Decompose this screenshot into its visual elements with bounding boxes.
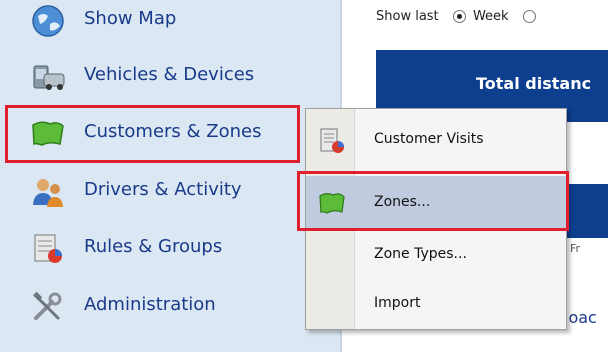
sidebar-item-label: Rules & Groups	[84, 236, 223, 257]
menu-item-import[interactable]: Import	[306, 277, 566, 331]
show-last-label: Show last	[376, 9, 439, 24]
sidebar-item-label: Vehicles & Devices	[84, 64, 255, 85]
sidebar-item-label: Show Map	[84, 8, 177, 29]
show-last-control: Show last Week	[376, 9, 539, 24]
highlight-frame-zones	[297, 171, 569, 231]
sidebar-item-drivers-activity[interactable]: Drivers & Activity	[0, 163, 340, 221]
menu-item-label: Import	[374, 295, 421, 311]
globe-icon	[30, 4, 66, 38]
menu-item-customer-visits[interactable]: Customer Visits	[306, 113, 566, 167]
menu-item-label: Customer Visits	[374, 131, 484, 147]
highlight-frame-customers-zones	[5, 105, 300, 163]
radio-week[interactable]	[452, 10, 466, 23]
menu-item-zone-types[interactable]: Zone Types...	[306, 228, 566, 282]
vehicle-device-icon	[30, 60, 66, 94]
rules-icon	[30, 232, 66, 266]
menu-item-label: Zone Types...	[374, 246, 467, 262]
strip-label: Fr	[570, 242, 581, 255]
radio-other[interactable]	[522, 10, 536, 23]
sidebar-item-vehicles-devices[interactable]: Vehicles & Devices	[0, 48, 340, 106]
sidebar: Show Map Vehicles & Devices Customers & …	[0, 0, 340, 352]
total-distance-title: Total distanc	[476, 74, 592, 93]
sidebar-item-label: Administration	[84, 294, 216, 315]
sidebar-item-label: Drivers & Activity	[84, 179, 242, 200]
sidebar-item-rules-groups[interactable]: Rules & Groups	[0, 220, 340, 278]
sidebar-item-administration[interactable]: Administration	[0, 278, 340, 336]
sidebar-item-show-map[interactable]: Show Map	[0, 0, 340, 50]
drivers-icon	[30, 175, 66, 209]
download-link[interactable]: loac	[564, 308, 597, 327]
chart-strip	[566, 184, 608, 238]
tools-icon	[30, 290, 66, 324]
radio-week-label: Week	[472, 9, 509, 24]
customer-visits-icon	[318, 127, 346, 155]
